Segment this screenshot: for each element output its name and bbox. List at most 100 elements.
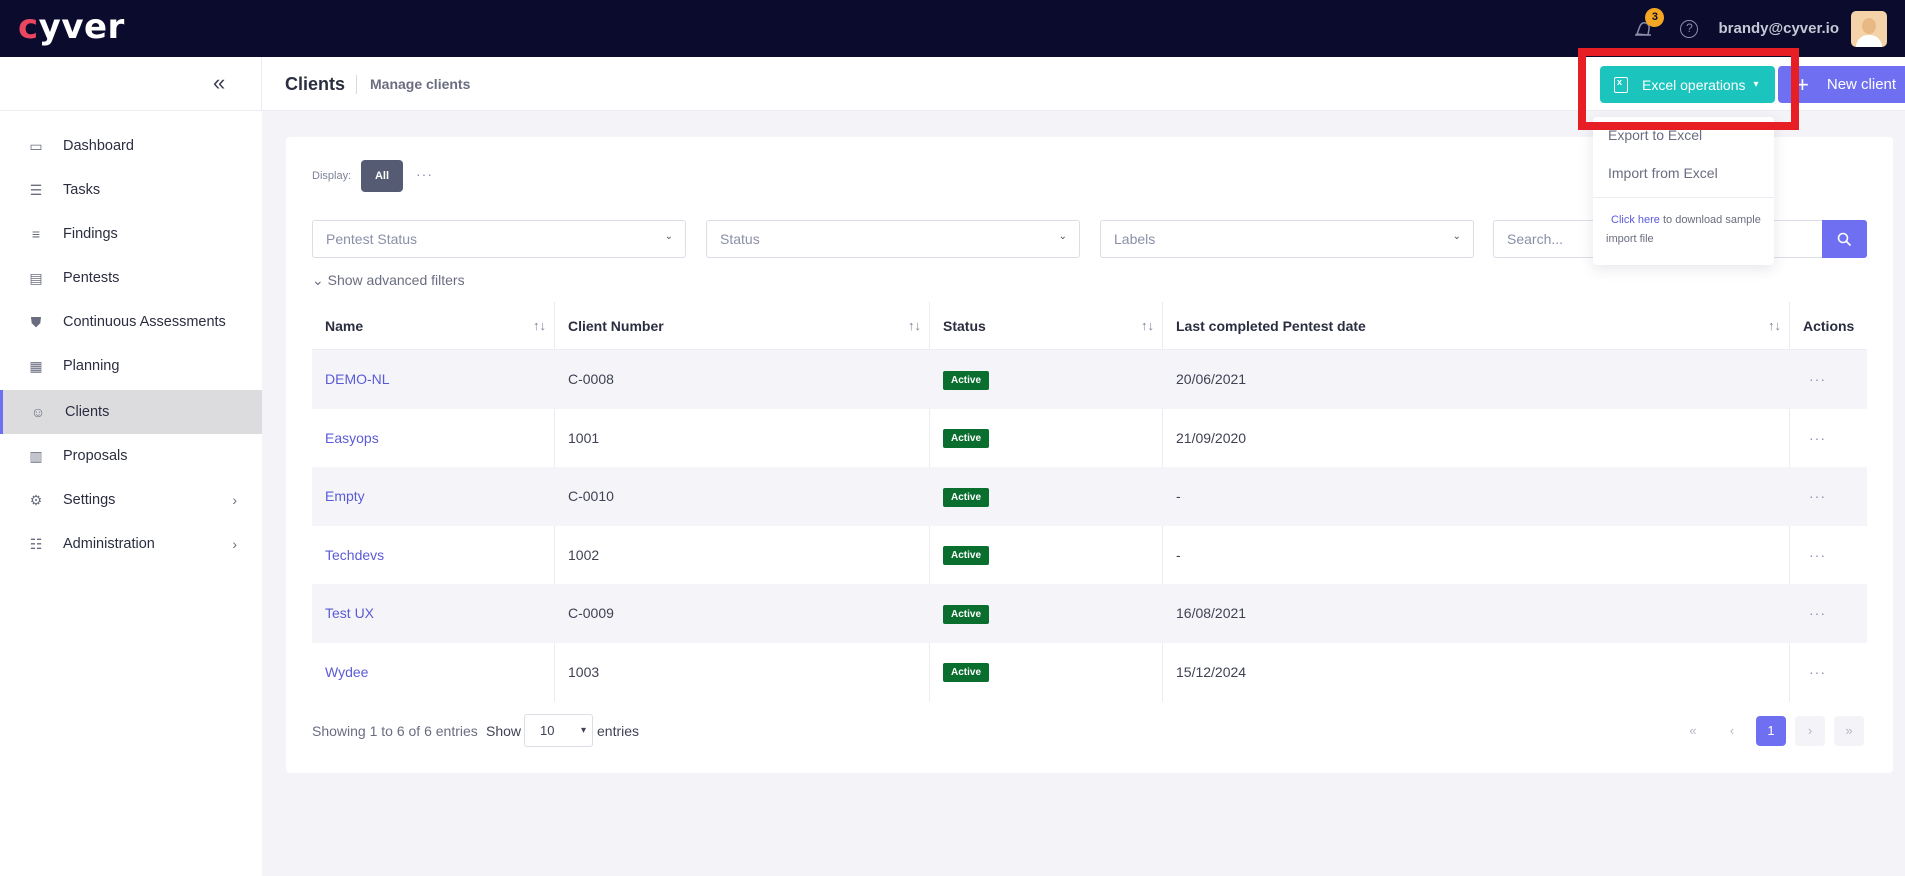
last-pentest-date: 15/12/2024 <box>1176 663 1247 680</box>
client-name-link[interactable]: Test UX <box>312 584 374 643</box>
dashboard-icon: ▭ <box>29 138 43 154</box>
table-row: Empty C-0010 Active - ··· <box>312 467 1867 526</box>
sidebar-item-label: Findings <box>63 226 118 242</box>
status-select[interactable]: Status ⌄ <box>706 220 1080 258</box>
table-row: Techdevs 1002 Active - ··· <box>312 526 1867 585</box>
column-header-actions: Actions <box>1790 302 1867 350</box>
excel-operations-dropdown: Export to Excel Import from Excel Click … <box>1593 117 1774 265</box>
status-cell: Active <box>930 409 990 468</box>
client-number: 1003 <box>568 663 600 680</box>
table-header: Name ↑↓ Client Number ↑↓ Status ↑↓ Last … <box>312 302 1867 350</box>
client-name-link[interactable]: Techdevs <box>312 526 384 585</box>
user-email[interactable]: brandy@cyver.io <box>1718 20 1839 37</box>
excel-operations-button[interactable]: Excel operations ▾ <box>1600 66 1775 103</box>
column-label: Last completed Pentest date <box>1176 318 1366 334</box>
search-button[interactable] <box>1822 220 1867 258</box>
sidebar-item-label: Pentests <box>63 270 120 286</box>
advanced-filters-label: Show advanced filters <box>327 272 465 288</box>
chevron-down-icon: ⌄ <box>312 272 324 288</box>
download-sample-note: Click here to download sample import fil… <box>1606 211 1766 249</box>
sidebar-item-settings[interactable]: ⚙ Settings › <box>0 478 262 522</box>
sort-icon[interactable]: ↑↓ <box>908 302 921 350</box>
sidebar-item-tasks[interactable]: ☰ Tasks <box>0 168 262 212</box>
status-badge: Active <box>943 604 990 624</box>
export-to-excel-item[interactable]: Export to Excel <box>1608 127 1702 143</box>
status-placeholder: Status <box>720 231 760 247</box>
column-header-status[interactable]: Status ↑↓ <box>930 302 1162 350</box>
sidebar-item-clients[interactable]: ☺ Clients <box>0 390 262 434</box>
status-badge: Active <box>943 370 990 390</box>
sort-icon[interactable]: ↑↓ <box>1141 302 1154 350</box>
pentest-status-placeholder: Pentest Status <box>326 231 418 247</box>
table-row: Test UX C-0009 Active 16/08/2021 ··· <box>312 584 1867 643</box>
client-number: C-0010 <box>568 488 614 504</box>
client-name-link[interactable]: DEMO-NL <box>312 350 390 409</box>
showing-entries-text: Showing 1 to 6 of 6 entries <box>312 723 478 739</box>
page-size-select[interactable]: 10 ▾ <box>524 714 593 747</box>
more-options-icon[interactable]: ··· <box>416 166 433 182</box>
chevron-right-icon: › <box>232 536 237 552</box>
sidebar-item-continuous-assessments[interactable]: ⛊ Continuous Assessments <box>0 300 262 344</box>
row-actions-icon[interactable]: ··· <box>1809 350 1826 409</box>
sidebar: ▭ Dashboard ☰ Tasks ≡ Findings ▤ Pentest… <box>0 111 262 876</box>
page-title: Clients <box>285 74 346 94</box>
row-actions-icon[interactable]: ··· <box>1809 643 1826 702</box>
status-badge: Active <box>943 546 990 566</box>
column-header-client-number[interactable]: Client Number ↑↓ <box>555 302 929 350</box>
proposals-icon: ▥ <box>29 448 43 464</box>
client-name-link[interactable]: Empty <box>312 467 365 526</box>
row-actions-icon[interactable]: ··· <box>1809 584 1826 643</box>
clients-icon: ☺ <box>30 404 46 420</box>
clients-table: Name ↑↓ Client Number ↑↓ Status ↑↓ Last … <box>312 302 1867 702</box>
chevron-down-icon: ▾ <box>580 725 586 736</box>
row-actions-icon[interactable]: ··· <box>1809 467 1826 526</box>
user-avatar[interactable] <box>1851 10 1887 47</box>
import-from-excel-item[interactable]: Import from Excel <box>1608 165 1718 181</box>
status-cell: Active <box>930 584 990 643</box>
sidebar-item-planning[interactable]: ▦ Planning <box>0 344 262 388</box>
pentest-status-select[interactable]: Pentest Status ⌄ <box>312 220 686 258</box>
chevron-down-icon: ⌄ <box>1452 231 1461 242</box>
sidebar-item-label: Tasks <box>63 182 101 198</box>
next-page-button[interactable]: › <box>1795 716 1825 746</box>
cyver-logo[interactable]: cyver <box>18 7 125 47</box>
sort-icon[interactable]: ↑↓ <box>533 302 546 350</box>
notification-count-badge: 3 <box>1645 7 1665 27</box>
top-navbar: cyver 3 ? brandy@cyver.io <box>0 0 1905 57</box>
client-number: 1001 <box>568 429 600 446</box>
column-header-last-pentest-date[interactable]: Last completed Pentest date ↑↓ <box>1163 302 1789 350</box>
new-client-button[interactable]: + New client <box>1778 66 1905 103</box>
previous-page-button[interactable]: ‹ <box>1717 716 1747 746</box>
click-here-link[interactable]: Click here <box>1606 214 1660 226</box>
sidebar-item-label: Proposals <box>63 448 128 464</box>
notifications-icon[interactable]: 3 <box>1632 7 1665 41</box>
client-name-link[interactable]: Easyops <box>312 409 379 468</box>
column-label: Client Number <box>568 318 664 334</box>
entries-label: entries <box>597 723 640 739</box>
help-icon[interactable]: ? <box>1680 19 1699 38</box>
sidebar-item-administration[interactable]: ☷ Administration › <box>0 522 262 566</box>
row-actions-icon[interactable]: ··· <box>1809 409 1826 468</box>
collapse-sidebar-icon[interactable]: « <box>213 72 233 94</box>
sidebar-item-dashboard[interactable]: ▭ Dashboard <box>0 124 262 168</box>
first-page-button[interactable]: « <box>1678 716 1708 746</box>
findings-icon: ≡ <box>31 226 41 242</box>
page-1-button[interactable]: 1 <box>1756 716 1786 746</box>
column-header-name[interactable]: Name ↑↓ <box>312 302 554 350</box>
labels-placeholder: Labels <box>1114 231 1156 247</box>
sidebar-item-findings[interactable]: ≡ Findings <box>0 212 262 256</box>
tasks-icon: ☰ <box>29 182 43 198</box>
display-all-button[interactable]: All <box>361 160 403 192</box>
sort-icon[interactable]: ↑↓ <box>1768 302 1781 350</box>
last-page-button[interactable]: » <box>1834 716 1864 746</box>
show-advanced-filters-link[interactable]: ⌄ Show advanced filters <box>312 272 465 289</box>
client-name-link[interactable]: Wydee <box>312 643 368 702</box>
labels-select[interactable]: Labels ⌄ <box>1100 220 1474 258</box>
last-pentest-date: - <box>1176 488 1181 504</box>
sidebar-item-proposals[interactable]: ▥ Proposals <box>0 434 262 478</box>
row-actions-icon[interactable]: ··· <box>1809 526 1826 585</box>
column-label: Name <box>325 318 364 334</box>
column-label: Status <box>943 318 986 334</box>
sidebar-item-pentests[interactable]: ▤ Pentests <box>0 256 262 300</box>
new-client-label: New client <box>1826 76 1897 93</box>
